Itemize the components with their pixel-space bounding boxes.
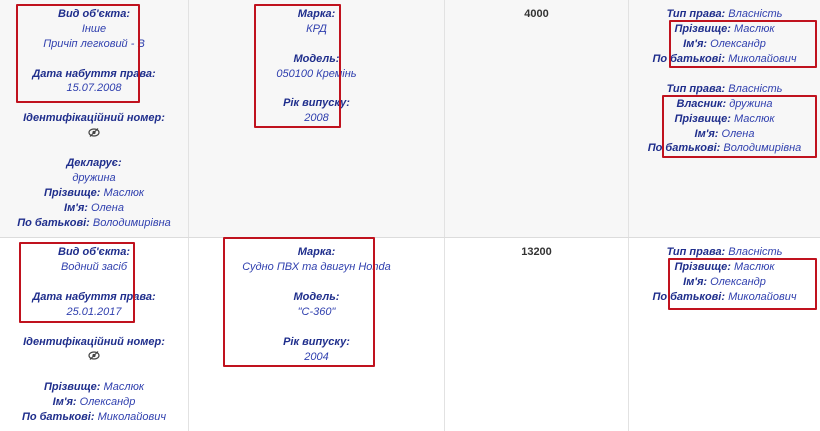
- table-row: Вид об'єкта: Водний засіб Дата набуття п…: [0, 237, 820, 431]
- highlight-box: [668, 258, 817, 310]
- vehicle-cell: Марка: КРД Модель: 050100 Кремінь Рік ви…: [189, 0, 445, 237]
- rights-cell: Тип права: Власність Прізвище: Маслюк Ім…: [629, 238, 820, 431]
- declares-value: дружина: [72, 172, 116, 184]
- right-type-value: Власність: [728, 83, 783, 95]
- surname-value: Маслюк: [103, 381, 145, 393]
- surname-value: Маслюк: [103, 187, 145, 199]
- ident-label: Ідентифікаційний номер:: [23, 336, 165, 348]
- name-label: Ім'я:: [52, 396, 77, 408]
- eye-slash-icon[interactable]: [88, 351, 100, 360]
- object-cell: Вид об'єкта: Інше Причіп легковий - В Да…: [0, 0, 189, 237]
- surname-label: Прізвище:: [43, 381, 101, 393]
- cost-value: 4000: [524, 8, 549, 20]
- name-label: Ім'я:: [64, 202, 88, 214]
- highlight-box: [669, 20, 817, 68]
- table-row: Вид об'єкта: Інше Причіп легковий - В Да…: [0, 0, 820, 238]
- right-type-value: Власність: [728, 8, 783, 20]
- patronymic-label: По батькові:: [17, 217, 90, 229]
- right-type-label: Тип права:: [666, 8, 726, 20]
- right-type-value: Власність: [728, 246, 783, 258]
- highlight-box: [662, 95, 817, 158]
- property-table: Вид об'єкта: Інше Причіп легковий - В Да…: [0, 0, 820, 431]
- cost-cell: 4000: [445, 0, 629, 237]
- vehicle-cell: Марка: Судно ПВХ та двигун Honda Модель:…: [189, 237, 445, 431]
- highlight-box: [254, 4, 341, 128]
- cost-value: 13200: [521, 246, 552, 258]
- name-value: Олена: [91, 202, 124, 214]
- ident-label: Ідентифікаційний номер:: [23, 112, 165, 124]
- declares-label: Декларує:: [66, 157, 122, 169]
- right-type-label: Тип права:: [666, 246, 726, 258]
- eye-slash-icon[interactable]: [88, 128, 100, 137]
- patronymic-value: Володимирівна: [92, 217, 171, 229]
- rights-cell: Тип права: Власність Прізвище: Маслюк Ім…: [629, 0, 820, 237]
- highlight-box: [16, 4, 140, 103]
- highlight-box: [223, 237, 375, 367]
- surname-label: Прізвище:: [43, 187, 101, 199]
- name-value: Олександр: [79, 396, 136, 408]
- object-cell: Вид об'єкта: Водний засіб Дата набуття п…: [0, 238, 189, 431]
- cost-cell: 13200: [445, 238, 629, 431]
- patronymic-label: По батькові:: [21, 411, 95, 423]
- patronymic-value: Миколайович: [97, 411, 167, 423]
- right-type-label: Тип права:: [666, 83, 726, 95]
- highlight-box: [19, 242, 135, 323]
